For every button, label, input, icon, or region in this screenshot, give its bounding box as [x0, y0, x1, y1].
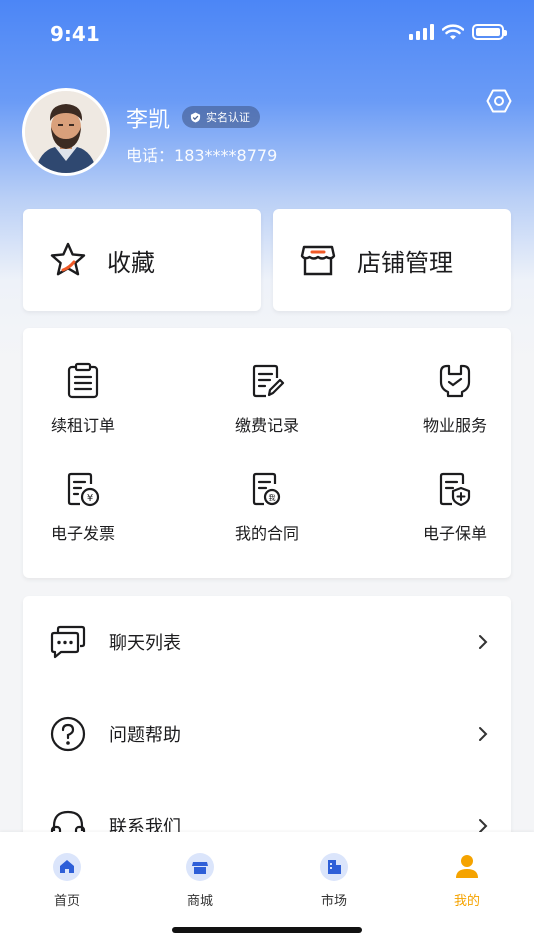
home-indicator: [172, 927, 362, 933]
phone-label: 电话：: [126, 146, 175, 165]
status-time: 9:41: [50, 22, 100, 46]
tab-label: 市场: [320, 894, 347, 909]
contract-icon: 我: [252, 472, 281, 506]
chevron-right-icon: [479, 635, 488, 649]
tab-home[interactable]: 首页: [32, 852, 102, 909]
menu-label: 聊天列表: [109, 633, 181, 654]
star-icon: [50, 242, 86, 276]
service-label: 电子发票: [50, 524, 115, 543]
service-label: 物业服务: [422, 416, 487, 435]
service-payment-records[interactable]: 缴费记录: [207, 362, 327, 436]
policy-icon: [439, 472, 471, 507]
service-renewal-orders[interactable]: 续租订单: [23, 362, 143, 436]
verified-badge: 实名认证: [182, 106, 260, 128]
user-name: 李凯: [126, 108, 171, 133]
chat-icon: [50, 625, 86, 659]
tab-mine[interactable]: 我的: [432, 852, 502, 909]
clipboard-icon: [67, 362, 99, 399]
wifi-icon: [442, 24, 464, 40]
menu-label: 问题帮助: [109, 725, 181, 746]
status-bar: 9:41: [0, 0, 534, 70]
menu-item-help[interactable]: 问题帮助: [23, 688, 511, 780]
service-e-invoice[interactable]: ¥ 电子发票: [23, 470, 143, 544]
menu-card: 聊天列表 问题帮助 联系我们: [23, 596, 511, 856]
svg-text:我: 我: [269, 493, 276, 502]
service-label: 续租订单: [50, 416, 115, 435]
svg-text:¥: ¥: [87, 493, 93, 504]
verified-badge-label: 实名认证: [206, 111, 250, 124]
user-phone: 电话：183****8779: [126, 142, 277, 166]
service-label: 电子保单: [422, 524, 487, 543]
service-label: 我的合同: [234, 524, 299, 543]
building-icon: [320, 853, 348, 881]
store-management-card[interactable]: 店铺管理: [273, 209, 511, 311]
favorites-label: 收藏: [107, 248, 155, 277]
tab-label: 我的: [453, 894, 480, 909]
settings-icon[interactable]: [486, 88, 512, 114]
service-my-contract[interactable]: 我 我的合同: [207, 470, 327, 544]
shield-check-icon: [190, 111, 201, 123]
service-property-service[interactable]: 物业服务: [395, 362, 515, 436]
home-icon: [53, 853, 81, 881]
invoice-icon: ¥: [67, 472, 100, 507]
tab-label: 商城: [186, 894, 213, 909]
menu-item-chat-list[interactable]: 聊天列表: [23, 596, 511, 688]
avatar[interactable]: [22, 88, 110, 176]
signal-icon: [409, 24, 434, 40]
chevron-right-icon: [479, 727, 488, 741]
avatar-illustration: [25, 91, 107, 173]
tab-label: 首页: [53, 894, 80, 909]
service-e-policy[interactable]: 电子保单: [395, 470, 515, 544]
phone-number: 183****8779: [174, 146, 278, 165]
tools-icon: [439, 364, 471, 398]
edit-document-icon: [252, 364, 285, 398]
shop-icon: [186, 853, 214, 881]
store-icon: [300, 245, 336, 276]
favorites-card[interactable]: 收藏: [23, 209, 261, 311]
user-icon: [456, 855, 478, 878]
services-card: 续租订单 缴费记录 物业服务 ¥ 电子发票 我 我的合同 电子保单: [23, 328, 511, 578]
tab-market[interactable]: 市场: [299, 852, 369, 909]
profile-section: 李凯 实名认证 电话：183****8779: [22, 88, 512, 178]
status-icons: [409, 24, 507, 40]
store-management-label: 店铺管理: [357, 248, 453, 277]
battery-icon: [472, 24, 507, 40]
tab-shop[interactable]: 商城: [165, 852, 235, 909]
help-icon: [50, 716, 86, 752]
service-label: 缴费记录: [234, 416, 299, 435]
